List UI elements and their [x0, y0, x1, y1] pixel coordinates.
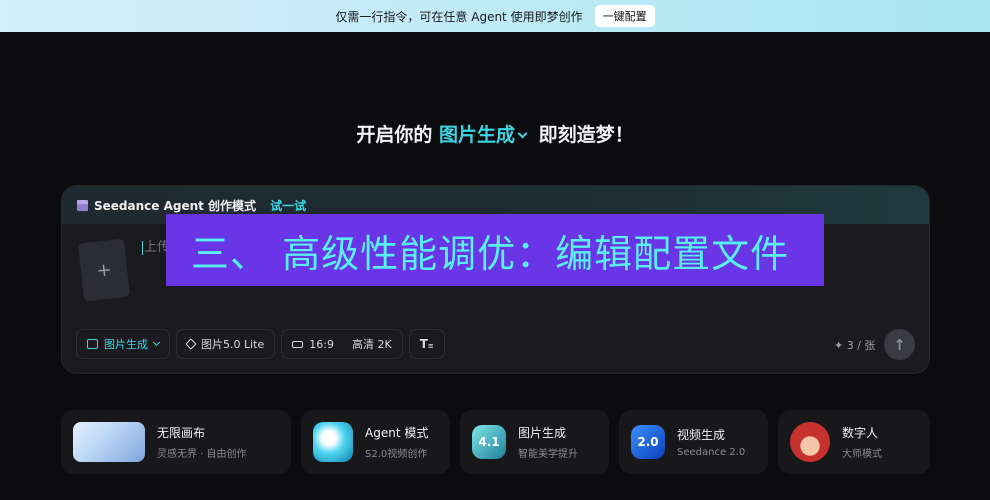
arrow-up-icon: ↑ [893, 335, 906, 354]
chevron-down-icon [152, 338, 161, 347]
overlay-caption-text: 三、 高级性能调优：编辑配置文件 [191, 231, 790, 276]
image-icon [87, 339, 98, 349]
text-style-button[interactable]: T≡ [408, 329, 445, 359]
feature-digital-human[interactable]: 数字人 大师模式 [778, 410, 930, 474]
chevron-down-icon [517, 128, 528, 139]
one-click-config-button[interactable]: 一键配置 [594, 5, 655, 27]
generation-toolbar: 图片生成 图片5.0 Lite 16:9 高清 2K T≡ [76, 329, 445, 359]
feature-title: 视频生成 [677, 428, 726, 442]
feature-image-generation[interactable]: 4.1 图片生成 智能美学提升 [460, 410, 609, 474]
feature-infinite-canvas[interactable]: 无限画布 灵感无界 · 自由创作 [61, 410, 291, 474]
mode-dropdown-label: 图片生成 [104, 338, 148, 351]
model-label: 图片5.0 Lite [201, 338, 265, 351]
video-gen-badge: 2.0 [631, 425, 665, 459]
aspect-ratio-icon [292, 340, 304, 348]
feature-video-generation[interactable]: 2.0 视频生成 Seedance 2.0 [619, 410, 768, 474]
banner-text: 仅需一行指令，可在任意 Agent 使用即梦创作 [335, 9, 583, 24]
mode-selector-label: 图片生成 [438, 124, 515, 146]
text-format-icon: T≡ [419, 337, 434, 351]
image-gen-badge: 4.1 [472, 425, 506, 459]
plus-icon: + [95, 258, 113, 282]
image-count[interactable]: ✦ 3 / 张 [834, 337, 875, 353]
feature-title: Agent 模式 [365, 426, 429, 440]
feature-cards: 无限画布 灵感无界 · 自由创作 Agent 模式 S2.0视频创作 4.1 图… [61, 410, 930, 474]
headline-prefix: 开启你的 [356, 124, 433, 146]
feature-agent-mode[interactable]: Agent 模式 S2.0视频创作 [301, 410, 450, 474]
mode-selector[interactable]: 图片生成 [439, 124, 532, 146]
quality-label: 高清 2K [351, 338, 392, 351]
cube-icon [185, 338, 197, 350]
headline-suffix: 即刻造梦！ [538, 124, 634, 146]
digital-human-avatar [790, 422, 830, 462]
ratio-quality-selector[interactable]: 16:9 高清 2K [281, 329, 403, 359]
feature-title: 图片生成 [518, 426, 567, 440]
ratio-label: 16:9 [309, 337, 334, 351]
mode-dropdown[interactable]: 图片生成 [76, 329, 170, 359]
overlay-caption: 三、 高级性能调优：编辑配置文件 [166, 214, 824, 286]
top-banner: 仅需一行指令，可在任意 Agent 使用即梦创作 一键配置 [0, 0, 990, 32]
feature-subtitle: S2.0视频创作 [365, 449, 428, 460]
feature-subtitle: 大师模式 [842, 449, 882, 460]
try-it-link[interactable]: 试一试 [270, 197, 306, 214]
model-selector[interactable]: 图片5.0 Lite [176, 329, 276, 359]
card-title: Seedance Agent 创作模式 [94, 198, 257, 213]
agent-thumbnail [313, 422, 353, 462]
text-caret [142, 240, 143, 255]
send-button[interactable]: ↑ [884, 329, 915, 360]
feature-title: 数字人 [842, 426, 879, 440]
feature-subtitle: Seedance 2.0 [677, 447, 746, 458]
page-headline: 开启你的 图片生成 即刻造梦！ [0, 120, 990, 147]
pegasus-thumbnail [73, 422, 145, 462]
feature-title: 无限画布 [157, 426, 206, 440]
feature-subtitle: 灵感无界 · 自由创作 [157, 449, 247, 460]
upload-image-button[interactable]: + [78, 238, 130, 302]
feature-subtitle: 智能美学提升 [518, 449, 578, 460]
clapperboard-icon [77, 199, 88, 211]
